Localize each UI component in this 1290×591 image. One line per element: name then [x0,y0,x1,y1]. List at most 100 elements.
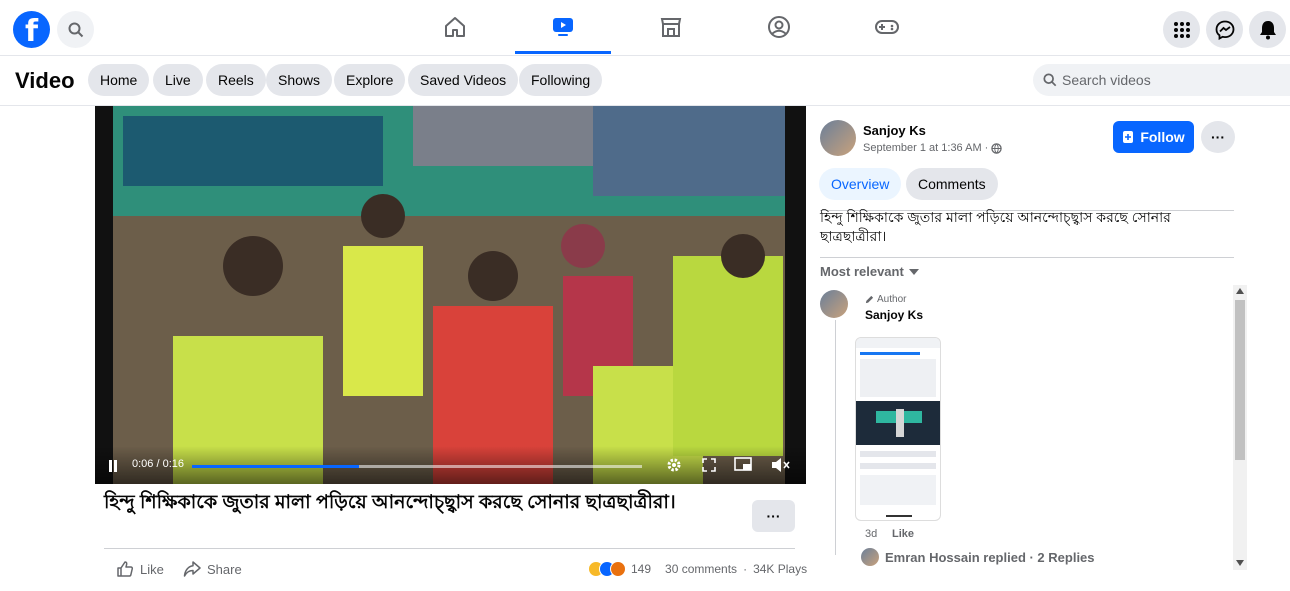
like-button[interactable]: Like [116,560,164,578]
scrollbar-thumb[interactable] [1235,300,1245,460]
menu-button[interactable] [1163,11,1200,48]
chip-reels[interactable]: Reels [206,64,266,96]
post-date[interactable]: September 1 at 1:36 AM · [863,142,988,154]
post-stats: 149 30 comments · 34K Plays [588,561,807,577]
pencil-icon [865,295,874,304]
globe-icon [991,142,1003,154]
nav-gaming[interactable] [839,0,935,54]
share-icon [183,561,201,577]
thumb-post [860,359,936,397]
chip-saved-videos[interactable]: Saved Videos [408,64,519,96]
post-more-button[interactable]: ··· [752,500,795,532]
comment-avatar[interactable] [820,290,848,318]
pause-icon[interactable] [108,460,118,472]
comments-scrollbar[interactable] [1233,285,1247,570]
groups-icon [768,16,790,38]
reply-avatar [861,548,879,566]
angry-reaction-icon [610,561,626,577]
marketplace-icon [660,18,682,37]
messenger-button[interactable] [1206,11,1243,48]
caret-down-icon [908,268,919,275]
expand-icon[interactable] [702,458,716,472]
video-controls: 0:06 / 0:16 [95,446,806,484]
thumbs-up-icon [117,561,134,577]
sort-dropdown[interactable]: Most relevant [820,264,919,279]
author-badge: Author [865,294,906,305]
divider [820,257,1234,258]
author-name[interactable]: Sanjoy Ks [863,123,926,138]
search-videos-input[interactable]: Search videos [1033,64,1290,96]
video-time: 0:06 / 0:16 [132,458,184,470]
divider [104,548,795,549]
thumb-video-person [896,409,904,437]
thread-line [835,320,836,555]
chip-explore[interactable]: Explore [334,64,406,96]
search-button[interactable] [57,11,94,48]
gear-icon[interactable] [666,457,682,473]
grid-menu-icon [1173,21,1190,38]
follow-label: Follow [1140,129,1185,145]
video-progress-bar[interactable] [192,465,642,468]
reaction-icons[interactable] [588,561,626,577]
view-replies-link[interactable]: Emran Hossain replied · 2 Replies [885,550,1095,565]
thumb-row [860,451,936,457]
comment-image[interactable] [855,337,941,521]
plays-count: 34K Plays [753,562,808,576]
share-button[interactable]: Share [183,560,242,578]
nav-home[interactable] [407,0,503,54]
post-caption: হিন্দু শিক্ষিকাকে জুতার মালা পড়িয়ে আনন… [104,492,676,513]
chip-following[interactable]: Following [519,64,603,96]
top-navigation-bar: f [0,0,1290,56]
bell-icon [1259,20,1276,39]
muted-speaker-icon[interactable] [771,457,791,473]
video-subnav: Video Home Live Reels Shows Explore Save… [0,56,1290,106]
sidebar-more-button[interactable]: ··· [1201,121,1235,153]
messenger-icon [1215,20,1234,40]
search-icon [1043,73,1057,87]
nav-video[interactable] [515,0,611,54]
post-description: হিন্দু শিক্ষিকাকে জুতার মালা পড়িয়ে আনন… [820,209,1171,244]
video-frame [113,106,785,484]
post-meta: September 1 at 1:36 AM · [863,142,1003,154]
video-player[interactable]: 0:06 / 0:16 [95,106,806,484]
scroll-up-icon[interactable] [1236,288,1244,294]
commenter-name[interactable]: Sanjoy Ks [865,308,923,322]
video-frame-image [113,106,785,484]
home-icon [445,17,465,37]
share-label: Share [207,561,242,577]
thumb-tabs [860,352,920,355]
thumb-home-indicator [886,515,912,517]
facebook-logo[interactable]: f [13,11,50,49]
author-badge-label: Author [877,294,907,305]
chip-home[interactable]: Home [88,64,150,96]
search-icon [68,22,83,37]
video-progress-fill [192,465,359,468]
thumb-video [856,401,940,445]
reactions-count[interactable]: 149 [631,562,651,576]
scroll-down-icon[interactable] [1236,560,1244,566]
tab-comments[interactable]: Comments [906,168,998,200]
notifications-button[interactable] [1249,11,1286,48]
chip-shows[interactable]: Shows [266,64,333,96]
pip-icon[interactable] [734,457,752,473]
author-avatar[interactable] [820,120,856,156]
comment-like-link[interactable]: Like [892,528,914,540]
gaming-icon [875,20,899,34]
thumb-header [856,338,940,348]
thumb-row [860,463,936,469]
search-placeholder: Search videos [1062,72,1151,88]
thumb-comment [860,475,936,505]
chip-live[interactable]: Live [153,64,203,96]
comment-age: 3d [865,528,878,540]
comments-count[interactable]: 30 comments [665,562,737,576]
sort-label: Most relevant [820,264,904,279]
nav-groups[interactable] [731,0,827,54]
video-icon [553,17,573,36]
follow-icon [1123,131,1134,143]
follow-button[interactable]: Follow [1113,121,1194,153]
separator-dot: · [743,562,748,576]
like-label: Like [140,561,164,577]
page-title: Video [15,68,75,93]
nav-marketplace[interactable] [623,0,719,54]
tab-overview[interactable]: Overview [819,168,902,200]
